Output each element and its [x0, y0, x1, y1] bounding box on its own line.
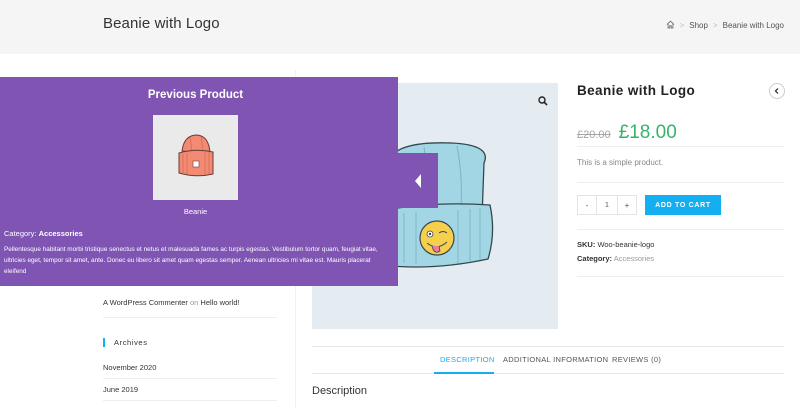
quantity-input[interactable]: 1 — [596, 196, 618, 214]
tab-reviews[interactable]: REVIEWS (0) — [612, 355, 661, 364]
home-icon[interactable] — [666, 20, 675, 31]
divider — [577, 146, 784, 147]
add-to-cart-button[interactable]: ADD TO CART — [645, 195, 721, 215]
page-title: Beanie with Logo — [103, 15, 220, 32]
breadcrumb-shop-link[interactable]: Shop — [689, 21, 708, 30]
quantity-decrease-button[interactable]: - — [578, 196, 596, 214]
caret-left-icon[interactable] — [398, 153, 438, 208]
product-page: Beanie with Logo > Shop > Beanie with Lo… — [0, 0, 800, 408]
previous-product-excerpt: Pellentesque habitant morbi tristique se… — [4, 246, 378, 275]
quantity-increase-button[interactable]: + — [618, 196, 636, 214]
previous-product-name: Beanie — [183, 207, 208, 216]
breadcrumb-current: Beanie with Logo — [722, 21, 784, 30]
description-heading: Description — [312, 385, 368, 397]
product-category: Category: Accessories — [577, 254, 654, 263]
breadcrumb-separator: > — [679, 21, 685, 30]
tabs-border-bottom — [312, 373, 784, 374]
category-label: Category: — [577, 254, 613, 263]
page-header: Beanie with Logo > Shop > Beanie with Lo… — [0, 0, 800, 54]
sale-price: £18.00 — [618, 122, 677, 143]
tabs-border-top — [312, 346, 784, 347]
product-sku: SKU: Woo-beanie-logo — [577, 240, 654, 249]
quantity-stepper: - 1 + — [577, 195, 637, 215]
breadcrumb-separator: > — [712, 21, 718, 30]
comment-on-text: on — [189, 298, 199, 307]
archives-list: November 2020 June 2019 — [103, 357, 277, 401]
previous-product-image[interactable] — [153, 115, 238, 200]
active-tab-indicator — [434, 372, 494, 374]
previous-category-label: Category: — [4, 229, 37, 238]
divider — [577, 276, 784, 277]
divider — [577, 229, 784, 230]
previous-product-category: Category: Accessories — [4, 229, 83, 238]
previous-category-value: Accessories — [38, 229, 83, 238]
archive-link[interactable]: June 2019 — [103, 379, 277, 401]
previous-product-panel[interactable]: Previous Product Beanie Category: Access… — [0, 77, 398, 286]
sidebar: A WordPress Commenter on Hello world! Ar… — [103, 290, 277, 401]
product-price: £20.00 £18.00 — [577, 122, 677, 144]
previous-product-title: Previous Product — [147, 89, 244, 101]
product-title: Beanie with Logo — [577, 83, 696, 98]
divider — [577, 182, 784, 183]
recent-comment: A WordPress Commenter on Hello world! — [103, 290, 277, 318]
comment-post-link[interactable]: Hello world! — [200, 298, 239, 307]
archive-link[interactable]: November 2020 — [103, 357, 277, 379]
chevron-left-icon[interactable] — [769, 83, 785, 99]
tab-additional-information[interactable]: ADDITIONAL INFORMATION — [503, 355, 608, 364]
search-icon[interactable] — [538, 93, 548, 106]
archives-widget-title: Archives — [103, 338, 277, 347]
short-description: This is a simple product. — [577, 158, 664, 167]
beanie-illustration — [178, 134, 214, 177]
regular-price: £20.00 — [577, 129, 611, 141]
category-link[interactable]: Accessories — [614, 254, 654, 263]
breadcrumb: > Shop > Beanie with Logo — [666, 20, 784, 31]
sku-value: Woo-beanie-logo — [597, 240, 655, 249]
comment-author-link[interactable]: A WordPress Commenter — [103, 298, 188, 307]
product-summary: Beanie with Logo — [577, 83, 784, 98]
tab-description[interactable]: DESCRIPTION — [440, 355, 495, 364]
sku-label: SKU: — [577, 240, 596, 249]
